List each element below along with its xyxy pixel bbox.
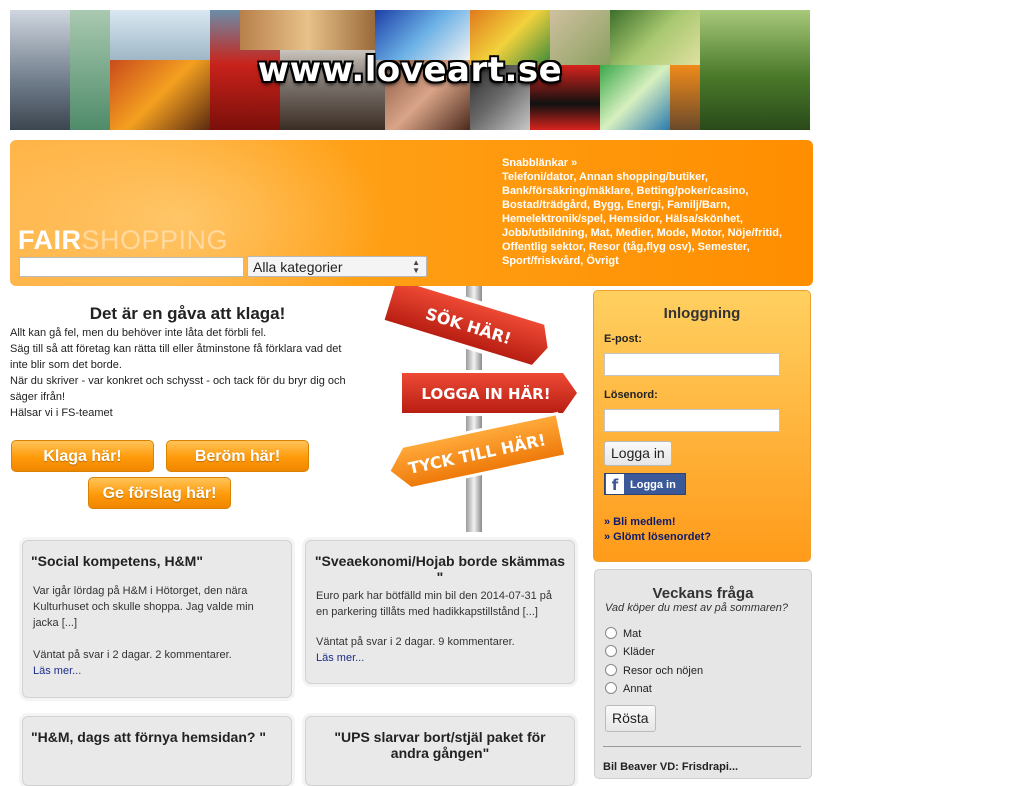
quicklink[interactable]: Bank/försäkring/mäklare	[502, 185, 630, 197]
password-field[interactable]	[604, 409, 780, 432]
vote-button[interactable]: Rösta	[605, 705, 656, 732]
login-panel: Inloggning E-post: Lösenord: Logga in fL…	[593, 290, 811, 562]
signpost-illustration: SÖK HÄR! LOGGA IN HÄR! TYCK TILL HÄR!	[379, 286, 581, 532]
email-field[interactable]	[604, 353, 780, 376]
login-title: Inloggning	[663, 305, 741, 322]
praise-button[interactable]: Beröm här!	[166, 440, 309, 472]
quicklinks: Snabblänkar » Telefoni/dator, Annan shop…	[502, 156, 807, 268]
quicklink[interactable]: Semester	[698, 241, 747, 253]
quicklink[interactable]: Betting/poker/casino	[637, 185, 746, 197]
intro-title: Det är en gåva att klaga!	[89, 304, 286, 323]
quicklinks-list: Telefoni/dator, Annan shopping/butiker, …	[502, 171, 783, 267]
search-input[interactable]	[19, 257, 244, 277]
poll-option[interactable]: Resor och nöjen	[605, 664, 703, 677]
quicklink[interactable]: Hälsa/skönhet	[665, 213, 740, 225]
poll-option[interactable]: Mat	[605, 627, 641, 640]
quicklink[interactable]: Bostad/trädgård	[502, 199, 587, 211]
email-label: E-post:	[604, 333, 642, 345]
radio-button[interactable]	[605, 627, 617, 639]
quicklink[interactable]: Offentlig sektor	[502, 241, 583, 253]
site-logo[interactable]: FAIRSHOPPING	[18, 225, 228, 256]
complaint-card[interactable]: "H&M, dags att förnya hemsidan? "	[22, 716, 292, 786]
category-select[interactable]: Alla kategorier ▲ ▼	[247, 256, 427, 277]
read-more-link[interactable]: Läs mer...	[33, 665, 81, 677]
quicklink[interactable]: Nöje/fritid	[728, 227, 779, 239]
quicklink[interactable]: Motor	[692, 227, 722, 239]
poll-option[interactable]: Annat	[605, 682, 652, 695]
quicklink[interactable]: Mat	[591, 227, 610, 239]
poll-divider	[603, 746, 801, 747]
quicklink[interactable]: Hemelektronik/spel	[502, 213, 603, 225]
quicklink[interactable]: Energi	[627, 199, 661, 211]
weekly-poll: Veckans fråga Vad köper du mest av på so…	[594, 569, 812, 779]
card-status: Väntat på svar i 2 dagar. 2 kommentarer.	[33, 649, 232, 661]
sign-login[interactable]: LOGGA IN HÄR!	[399, 370, 581, 416]
login-button[interactable]: Logga in	[604, 441, 672, 466]
quicklink[interactable]: Familj/Barn	[667, 199, 727, 211]
card-title: "UPS slarvar bort/stjäl paket för andra …	[334, 729, 546, 761]
facebook-icon: f	[606, 474, 624, 494]
collage-tile	[240, 10, 375, 50]
card-excerpt: Euro park har bötfälld min bil den 2014-…	[316, 590, 553, 618]
select-arrows-icon: ▲ ▼	[412, 258, 420, 275]
quicklink[interactable]: Övrigt	[586, 255, 618, 267]
radio-button[interactable]	[605, 682, 617, 694]
card-title: "H&M, dags att förnya hemsidan? "	[31, 729, 266, 745]
facebook-login-button[interactable]: f Logga in	[604, 473, 686, 495]
radio-button[interactable]	[605, 645, 617, 657]
poll-footer-text: Bil Beaver VD: Frisdrapi...	[603, 761, 739, 773]
quicklink[interactable]: Bygg	[593, 199, 621, 211]
site-header: FAIRSHOPPING Alla kategorier ▲ ▼ Snabblän…	[10, 140, 813, 286]
quicklinks-title: Snabblänkar »	[502, 157, 578, 169]
suggest-button[interactable]: Ge förslag här!	[88, 477, 231, 509]
banner-url-text: www.loveart.se	[257, 50, 563, 90]
poll-title: Veckans fråga	[652, 585, 754, 602]
radio-button[interactable]	[605, 664, 617, 676]
become-member-link[interactable]: » Bli medlem!	[604, 516, 676, 528]
quicklink[interactable]: Sport/friskvård	[502, 255, 580, 267]
svg-text:LOGGA IN HÄR!: LOGGA IN HÄR!	[421, 384, 550, 403]
quicklink[interactable]: Annan shopping/butiker	[579, 171, 705, 183]
poll-option[interactable]: Kläder	[605, 645, 655, 658]
card-title: "Social kompetens, H&M"	[31, 553, 203, 569]
card-title: "Sveaekonomi/Hojab borde skämmas "	[314, 553, 566, 585]
intro-text: Allt kan gå fel, men du behöver inte låt…	[10, 327, 346, 419]
quicklink[interactable]: Jobb/utbildning	[502, 227, 584, 239]
quicklink[interactable]: Mode	[657, 227, 686, 239]
complain-button[interactable]: Klaga här!	[11, 440, 154, 472]
complaint-card[interactable]: "Social kompetens, H&M" Var igår lördag …	[22, 540, 292, 698]
quicklink[interactable]: Hemsidor	[609, 213, 659, 225]
password-label: Lösenord:	[604, 389, 658, 401]
quicklink[interactable]: Medier	[616, 227, 651, 239]
poll-question: Vad köper du mest av på sommaren?	[605, 602, 789, 614]
complaint-card[interactable]: "UPS slarvar bort/stjäl paket för andra …	[305, 716, 575, 786]
forgot-password-link[interactable]: » Glömt lösenordet?	[604, 531, 711, 543]
read-more-link[interactable]: Läs mer...	[316, 652, 364, 664]
card-excerpt: Var igår lördag på H&M i Hötorget, den n…	[33, 585, 254, 629]
quicklink[interactable]: Telefoni/dator	[502, 171, 573, 183]
quicklink[interactable]: Resor (tåg,flyg osv)	[589, 241, 692, 253]
banner-image[interactable]: www.loveart.se	[10, 10, 810, 130]
complaint-card[interactable]: "Sveaekonomi/Hojab borde skämmas " Euro …	[305, 540, 575, 684]
card-status: Väntat på svar i 2 dagar. 9 kommentarer.	[316, 636, 515, 648]
